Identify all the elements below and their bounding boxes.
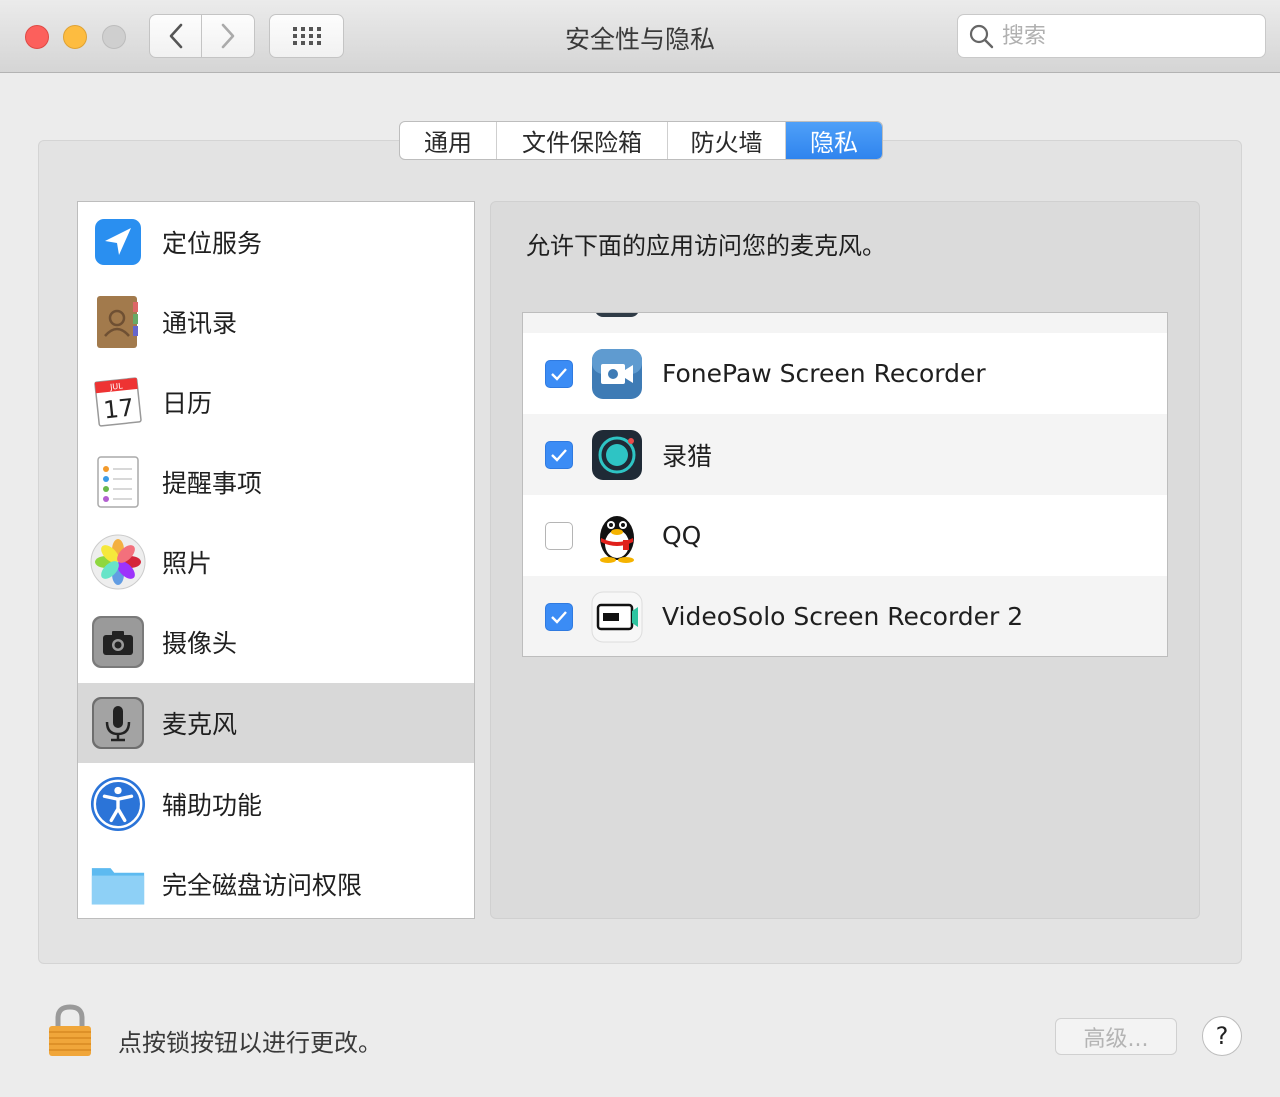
sidebar-item-photos[interactable]: 照片 xyxy=(78,522,474,602)
list-item xyxy=(523,313,1167,333)
qq-penguin-icon xyxy=(591,510,643,563)
tab-firewall[interactable]: 防火墙 xyxy=(668,122,786,159)
microphone-icon xyxy=(90,695,146,751)
checkmark-icon xyxy=(551,448,567,462)
lock-button[interactable] xyxy=(47,1004,93,1058)
app-name: FonePaw Screen Recorder xyxy=(662,359,986,388)
forward-button[interactable] xyxy=(202,14,255,58)
sidebar-item-label: 辅助功能 xyxy=(162,791,263,820)
rec-checkbox[interactable] xyxy=(545,440,573,469)
sidebar-item-label: 通讯录 xyxy=(162,309,238,338)
help-button[interactable]: ? xyxy=(1202,1016,1242,1056)
search-icon xyxy=(969,24,994,49)
videosolo-checkbox[interactable] xyxy=(545,602,573,631)
sidebar-item-location[interactable]: 定位服务 xyxy=(78,202,474,282)
sidebar-item-contacts[interactable]: 通讯录 xyxy=(78,282,474,362)
app-name: VideoSolo Screen Recorder 2 xyxy=(662,602,1024,631)
qq-checkbox[interactable] xyxy=(545,521,573,550)
tab-bar: 通用 文件保险箱 防火墙 隐私 xyxy=(399,121,883,160)
calendar-day: 17 xyxy=(102,393,135,424)
sidebar-item-label: 摄像头 xyxy=(162,629,238,658)
list-item: FonePaw Screen Recorder xyxy=(523,333,1167,414)
tab-privacy[interactable]: 隐私 xyxy=(786,122,882,159)
list-item: 录猎 xyxy=(523,414,1167,495)
app-icon-partial xyxy=(595,313,639,317)
app-list[interactable]: FonePaw Screen Recorder 录猎 QQ VideoSolo … xyxy=(522,312,1168,657)
advanced-button[interactable]: 高级... xyxy=(1055,1018,1177,1055)
lock-hint-text: 点按锁按钮以进行更改。 xyxy=(118,1029,382,1057)
sidebar-item-accessibility[interactable]: 辅助功能 xyxy=(78,764,474,844)
sidebar-item-label: 提醒事项 xyxy=(162,469,263,498)
rec-icon xyxy=(591,429,643,481)
back-button[interactable] xyxy=(149,14,202,58)
sidebar-item-label: 日历 xyxy=(162,389,213,418)
list-item: QQ xyxy=(523,495,1167,576)
contacts-book-icon xyxy=(90,294,146,350)
tab-general[interactable]: 通用 xyxy=(400,122,497,159)
chevron-right-icon xyxy=(221,23,235,49)
accessibility-icon xyxy=(90,776,146,832)
fonepaw-checkbox[interactable] xyxy=(545,359,573,388)
photos-icon xyxy=(90,534,146,590)
search-field[interactable] xyxy=(957,14,1266,58)
title-bar: 安全性与隐私 xyxy=(0,0,1280,73)
tab-filevault[interactable]: 文件保险箱 xyxy=(497,122,668,159)
app-name: QQ xyxy=(662,521,702,550)
camera-icon xyxy=(90,614,146,670)
close-window-button[interactable] xyxy=(25,25,49,49)
sidebar-item-reminders[interactable]: 提醒事项 xyxy=(78,442,474,522)
chevron-left-icon xyxy=(169,23,182,49)
microphone-description: 允许下面的应用访问您的麦克风。 xyxy=(526,232,886,260)
sidebar-item-full-disk-access[interactable]: 完全磁盘访问权限 xyxy=(78,844,474,918)
sidebar-item-label: 定位服务 xyxy=(162,229,263,258)
reminders-icon xyxy=(90,454,146,510)
sidebar-item-camera[interactable]: 摄像头 xyxy=(78,602,474,682)
minimize-window-button[interactable] xyxy=(63,25,87,49)
grid-icon xyxy=(292,27,321,45)
calendar-month: JUL xyxy=(109,381,124,391)
padlock-icon xyxy=(49,1004,91,1056)
list-item: VideoSolo Screen Recorder 2 xyxy=(523,576,1167,656)
zoom-window-button[interactable] xyxy=(102,25,126,49)
folder-icon xyxy=(90,856,146,912)
sidebar-item-microphone[interactable]: 麦克风 xyxy=(78,683,474,763)
checkmark-icon xyxy=(551,610,567,624)
sidebar-item-calendar[interactable]: JUL 17 日历 xyxy=(78,362,474,442)
sidebar-item-label: 照片 xyxy=(162,549,213,578)
search-input[interactable] xyxy=(1002,23,1252,49)
sidebar-item-label: 麦克风 xyxy=(162,710,238,739)
sidebar-item-label: 完全磁盘访问权限 xyxy=(162,871,363,900)
fonepaw-icon xyxy=(591,348,643,400)
show-all-button[interactable] xyxy=(269,14,344,58)
privacy-category-list: 定位服务 通讯录 JUL 17 日历 提醒事项 照片 摄像头 麦克风 辅助功能 … xyxy=(77,201,475,919)
calendar-icon: JUL 17 xyxy=(90,374,146,430)
videosolo-icon xyxy=(591,591,643,643)
location-arrow-icon xyxy=(90,214,146,270)
window-title: 安全性与隐私 xyxy=(564,25,715,54)
app-name: 录猎 xyxy=(662,441,713,471)
checkmark-icon xyxy=(551,367,567,381)
